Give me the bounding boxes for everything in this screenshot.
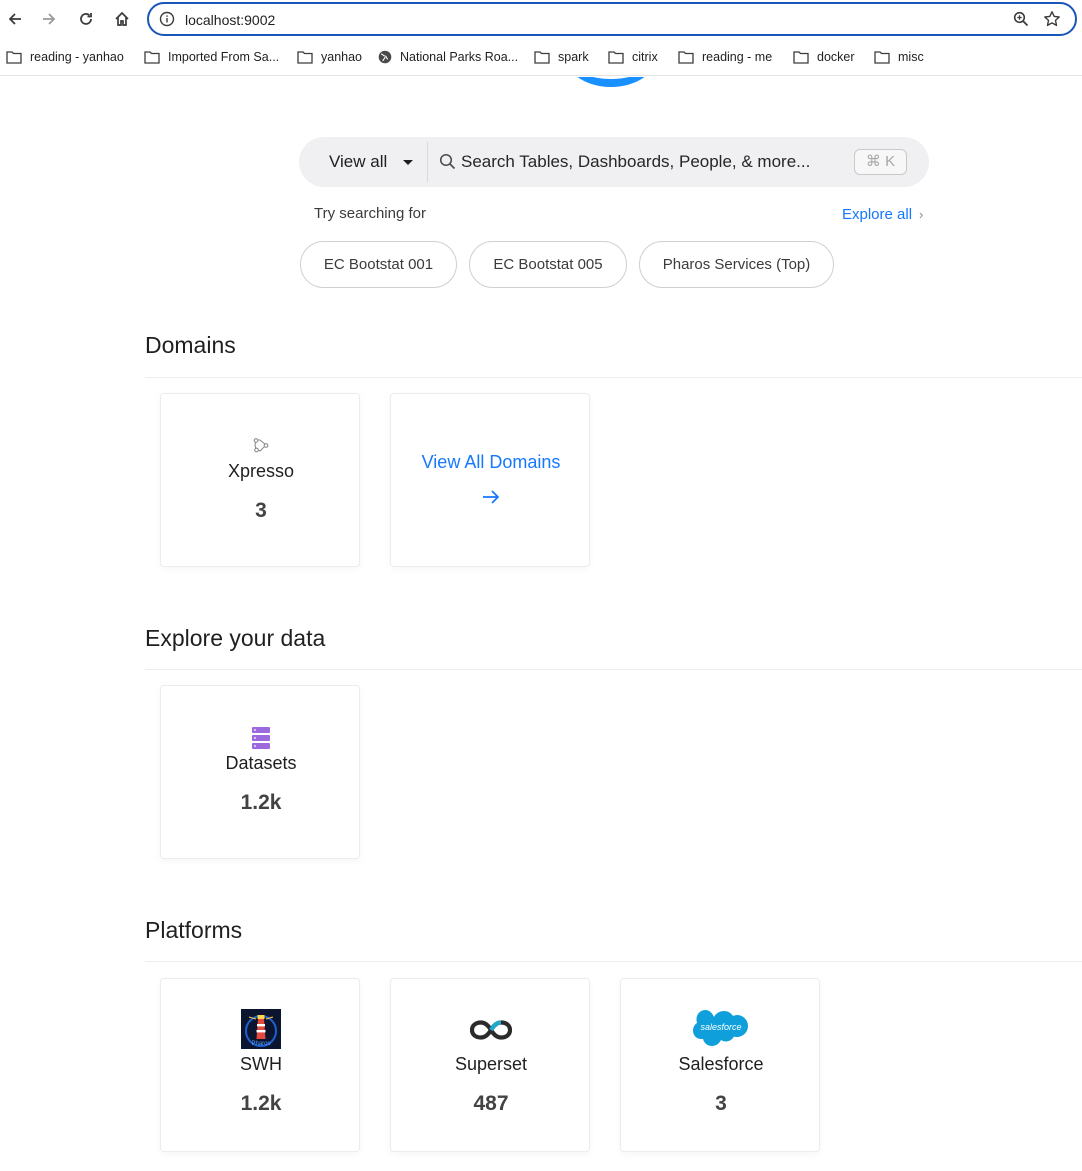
domain-count: 3 (255, 499, 267, 522)
try-searching-label: Try searching for (314, 205, 426, 222)
datasets-name: Datasets (225, 753, 297, 773)
folder-icon (534, 51, 550, 64)
pharos-logo-text: Pharos (251, 1041, 270, 1047)
app-logo[interactable] (563, 77, 659, 87)
domain-card[interactable]: Xpresso 3 (160, 393, 360, 567)
explore-all-label: Explore all (842, 206, 913, 223)
search-bar[interactable]: View all Search Tables, Dashboards, Peop… (299, 137, 929, 187)
browser-toolbar: localhost:9002 (0, 0, 1082, 38)
platforms-heading: Platforms (145, 917, 243, 943)
platform-name: SWH (240, 1054, 282, 1074)
bookmark-item[interactable]: Imported From Sa... (144, 48, 279, 66)
view-all-domains-card[interactable]: View All Domains (390, 393, 590, 567)
platform-name: Superset (454, 1054, 528, 1074)
salesforce-logo-icon: salesforce (621, 1009, 821, 1049)
bookmarks-bar: reading - yanhao Imported From Sa... yan… (0, 38, 1082, 76)
section-divider (145, 669, 1082, 670)
forward-icon[interactable] (37, 7, 61, 31)
platform-card-salesforce[interactable]: salesforce Salesforce 3 (620, 978, 820, 1152)
search-type-select[interactable]: View all (329, 152, 387, 172)
search-icon (439, 153, 456, 175)
datasets-count: 1.2k (240, 791, 282, 814)
folder-icon (793, 51, 809, 64)
bookmark-label: spark (558, 50, 589, 64)
platform-count: 3 (715, 1092, 727, 1115)
bookmark-item[interactable]: reading - yanhao (6, 48, 124, 66)
platform-card-superset[interactable]: Superset 487 (390, 978, 590, 1152)
globe-icon (378, 50, 392, 64)
bookmark-item[interactable]: yanhao (297, 48, 362, 66)
url-text[interactable]: localhost:9002 (185, 12, 275, 28)
star-icon[interactable] (1043, 10, 1061, 33)
suggestion-chip[interactable]: Pharos Services (Top) (639, 241, 834, 288)
folder-icon (297, 51, 313, 64)
folder-icon (678, 51, 694, 64)
explore-heading: Explore your data (145, 625, 326, 651)
domains-heading: Domains (145, 332, 236, 358)
platform-count: 487 (473, 1092, 509, 1115)
caret-down-icon[interactable] (403, 160, 413, 165)
suggestion-chip[interactable]: EC Bootstat 001 (300, 241, 457, 288)
bookmark-item[interactable]: National Parks Roa... (378, 48, 518, 66)
datasets-card[interactable]: Datasets 1.2k (160, 685, 360, 859)
platform-name: Salesforce (678, 1054, 764, 1074)
keyboard-shortcut-badge: ⌘ K (854, 149, 907, 175)
chevron-right-icon: › (919, 207, 924, 222)
bookmark-item[interactable]: citrix (608, 48, 658, 66)
bookmark-item[interactable]: spark (534, 48, 589, 66)
page-content: View all Search Tables, Dashboards, Peop… (0, 77, 1082, 1171)
section-divider (145, 377, 1082, 378)
back-icon[interactable] (3, 7, 27, 31)
address-bar[interactable]: localhost:9002 (147, 2, 1077, 36)
suggestion-chip[interactable]: EC Bootstat 005 (469, 241, 627, 288)
bookmark-item[interactable]: misc (874, 48, 924, 66)
bookmark-label: yanhao (321, 50, 363, 64)
arrow-right-icon (391, 488, 591, 506)
domain-name: Xpresso (227, 461, 295, 481)
bookmark-label: citrix (632, 50, 658, 64)
home-icon[interactable] (110, 7, 134, 31)
bookmark-label: Imported From Sa... (168, 50, 280, 64)
superset-logo-icon (391, 1019, 591, 1041)
dataset-icon (161, 726, 361, 750)
zoom-icon[interactable] (1013, 11, 1029, 32)
bookmark-label: docker (817, 50, 855, 64)
folder-icon (6, 51, 22, 64)
platform-card-swh[interactable]: Pharos SWH 1.2k (160, 978, 360, 1152)
folder-icon (144, 51, 160, 64)
bookmark-label: reading - me (702, 50, 773, 64)
salesforce-logo-text: salesforce (700, 1022, 741, 1032)
bookmark-item[interactable]: reading - me (678, 48, 772, 66)
domain-icon (161, 438, 361, 454)
pharos-logo-icon: Pharos (161, 1009, 361, 1049)
search-input[interactable]: Search Tables, Dashboards, People, & mor… (461, 152, 810, 172)
folder-icon (608, 51, 624, 64)
folder-icon (874, 51, 890, 64)
platform-count: 1.2k (240, 1092, 282, 1115)
search-divider (427, 142, 428, 182)
bookmark-label: National Parks Roa... (400, 50, 519, 64)
bookmark-item[interactable]: docker (793, 48, 855, 66)
bookmark-label: reading - yanhao (30, 50, 124, 64)
reload-icon[interactable] (74, 7, 98, 31)
section-divider (145, 961, 1082, 962)
bookmark-label: misc (898, 50, 924, 64)
explore-all-link[interactable]: Explore all › (842, 206, 923, 223)
info-icon[interactable] (159, 11, 175, 32)
view-all-domains-label: View All Domains (421, 452, 561, 472)
